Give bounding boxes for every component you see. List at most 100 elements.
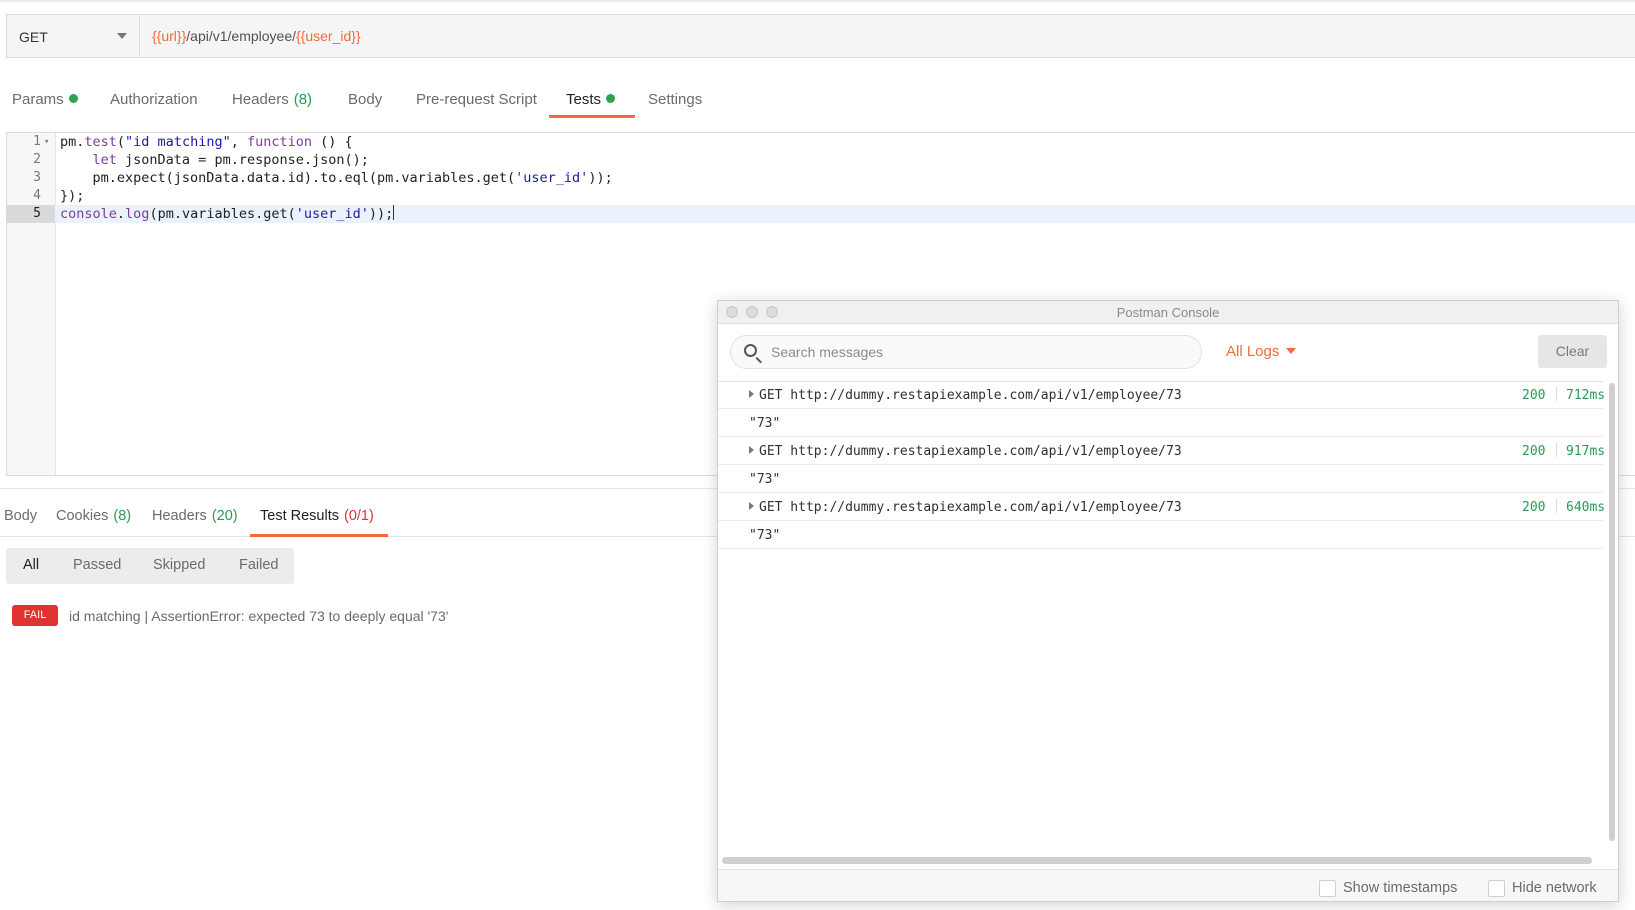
log-request-url: GET http://dummy.restapiexample.com/api/…: [759, 388, 1182, 403]
hide-network-checkbox[interactable]: [1488, 880, 1505, 897]
tab-label: Body: [348, 91, 383, 108]
code-token: "id matching": [125, 134, 231, 150]
code-line: 5 console.log(pm.variables.get('user_id')…: [7, 205, 1635, 223]
tab-label: Cookies: [56, 508, 109, 524]
code-token: (pm.variables.get(: [149, 206, 296, 222]
tab-label: Authorization: [110, 91, 198, 108]
tab-label: Headers: [232, 91, 289, 108]
chevron-down-icon: [117, 33, 127, 39]
expand-arrow-icon[interactable]: [749, 446, 754, 454]
horizontal-scrollbar[interactable]: [722, 857, 1592, 864]
network-log-row[interactable]: GET http://dummy.restapiexample.com/api/…: [718, 382, 1606, 409]
log-level-dropdown[interactable]: All Logs: [1226, 343, 1297, 360]
active-tab-indicator: [549, 115, 635, 118]
url-input[interactable]: {{url}}/api/v1/employee/{{user_id}}: [152, 28, 361, 44]
line-number: 3: [33, 170, 41, 185]
line-number: 1: [33, 134, 41, 149]
code-text: console.log(pm.variables.get('user_id'))…: [60, 205, 395, 223]
tab-pre-request-script[interactable]: Pre-request Script: [416, 84, 537, 118]
console-search-box[interactable]: [730, 335, 1202, 369]
fold-caret-icon[interactable]: ▾: [44, 133, 49, 151]
code-token: });: [60, 188, 85, 204]
code-token: pm.: [60, 134, 85, 150]
code-token: log: [125, 206, 150, 222]
active-tab-indicator: [250, 534, 388, 537]
console-search-input[interactable]: [771, 342, 1191, 362]
tab-label: Tests: [566, 91, 602, 108]
log-value: "73": [749, 416, 781, 431]
response-tab-body[interactable]: Body: [4, 500, 37, 536]
console-title: Postman Console: [1116, 305, 1220, 320]
log-level-label: All Logs: [1226, 343, 1280, 360]
code-text: let jsonData = pm.response.json();: [60, 151, 369, 169]
console-log-row: "73": [718, 522, 1603, 549]
code-line: 1 ▾ pm.test("id matching", function () {: [7, 133, 1635, 151]
code-token: jsonData = pm.response.json();: [116, 152, 369, 168]
test-result-message: id matching | AssertionError: expected 7…: [69, 608, 449, 624]
console-log-row: "73": [718, 410, 1603, 437]
search-icon: [744, 344, 757, 357]
line-number: 4: [33, 188, 41, 203]
code-token: 'user_id': [295, 206, 369, 222]
tab-count: (8): [293, 91, 313, 108]
response-time: 712ms: [1566, 388, 1606, 403]
expand-arrow-icon[interactable]: [749, 502, 754, 510]
code-token: 'user_id': [515, 170, 589, 186]
status-code: 200: [1522, 500, 1546, 515]
code-token: pm.expect(jsonData.data.id).to.eql(pm.va…: [60, 170, 516, 186]
console-footer: Show timestamps Hide network: [718, 869, 1618, 901]
tab-params[interactable]: Params: [12, 84, 78, 118]
clear-button[interactable]: Clear: [1538, 335, 1607, 368]
tab-authorization[interactable]: Authorization: [110, 84, 198, 118]
code-line: 4});: [7, 187, 1635, 205]
network-log-row[interactable]: GET http://dummy.restapiexample.com/api/…: [718, 494, 1605, 521]
method-select[interactable]: GET: [7, 15, 140, 57]
code-token: ));: [368, 206, 394, 222]
filter-all-button[interactable]: All: [23, 548, 39, 584]
code-token: console: [60, 206, 117, 222]
code-text: pm.test("id matching", function () {: [60, 133, 353, 151]
line-number: 5: [7, 205, 55, 223]
network-log-row[interactable]: GET http://dummy.restapiexample.com/api/…: [718, 438, 1605, 465]
tab-count: (20): [211, 508, 238, 524]
tab-headers[interactable]: Headers (8): [232, 84, 312, 118]
filter-passed-button[interactable]: Passed: [73, 548, 121, 584]
log-request-url: GET http://dummy.restapiexample.com/api/…: [759, 500, 1182, 515]
tab-body[interactable]: Body: [348, 84, 382, 118]
status-dot-icon: [606, 94, 616, 103]
expand-arrow-icon[interactable]: [749, 390, 754, 398]
line-number: 2: [33, 152, 41, 167]
fail-badge: FAIL: [12, 605, 58, 626]
tab-label: Body: [4, 508, 38, 524]
show-timestamps-checkbox[interactable]: [1319, 880, 1336, 897]
console-titlebar[interactable]: Postman Console: [718, 301, 1618, 324]
status-dot-icon: [68, 94, 78, 103]
hide-network-label: Hide network: [1512, 880, 1597, 896]
code-token: test: [84, 134, 117, 150]
response-tab-headers[interactable]: Headers (20): [152, 500, 238, 536]
code-token: .: [116, 206, 126, 222]
tab-tests[interactable]: Tests: [549, 84, 635, 118]
tab-count: (0/1): [343, 508, 374, 524]
code-token: let: [92, 152, 117, 168]
text-cursor: [393, 205, 395, 220]
tab-label: Settings: [648, 91, 703, 108]
code-text: });: [60, 187, 84, 205]
url-segment: /api/v1/employee/: [186, 28, 296, 44]
filter-skipped-button[interactable]: Skipped: [153, 548, 205, 584]
code-token: ,: [230, 134, 247, 150]
log-value: "73": [749, 472, 781, 487]
postman-console-window: Postman Console All Logs Clear GET http:…: [717, 300, 1619, 902]
filter-failed-button[interactable]: Failed: [239, 548, 279, 584]
show-timestamps-label: Show timestamps: [1343, 880, 1458, 896]
status-code: 200: [1522, 388, 1546, 403]
response-tab-cookies[interactable]: Cookies (8): [56, 500, 131, 536]
code-line: 2 let jsonData = pm.response.json();: [7, 151, 1635, 169]
vertical-scrollbar[interactable]: [1609, 383, 1615, 841]
response-tab-test-results[interactable]: Test Results (0/1): [250, 500, 388, 537]
code-token: (: [116, 134, 126, 150]
request-tabs: Params Authorization Headers (8) Body Pre-req…: [0, 84, 1635, 118]
tab-settings[interactable]: Settings: [648, 84, 702, 118]
status-code: 200: [1522, 444, 1546, 459]
